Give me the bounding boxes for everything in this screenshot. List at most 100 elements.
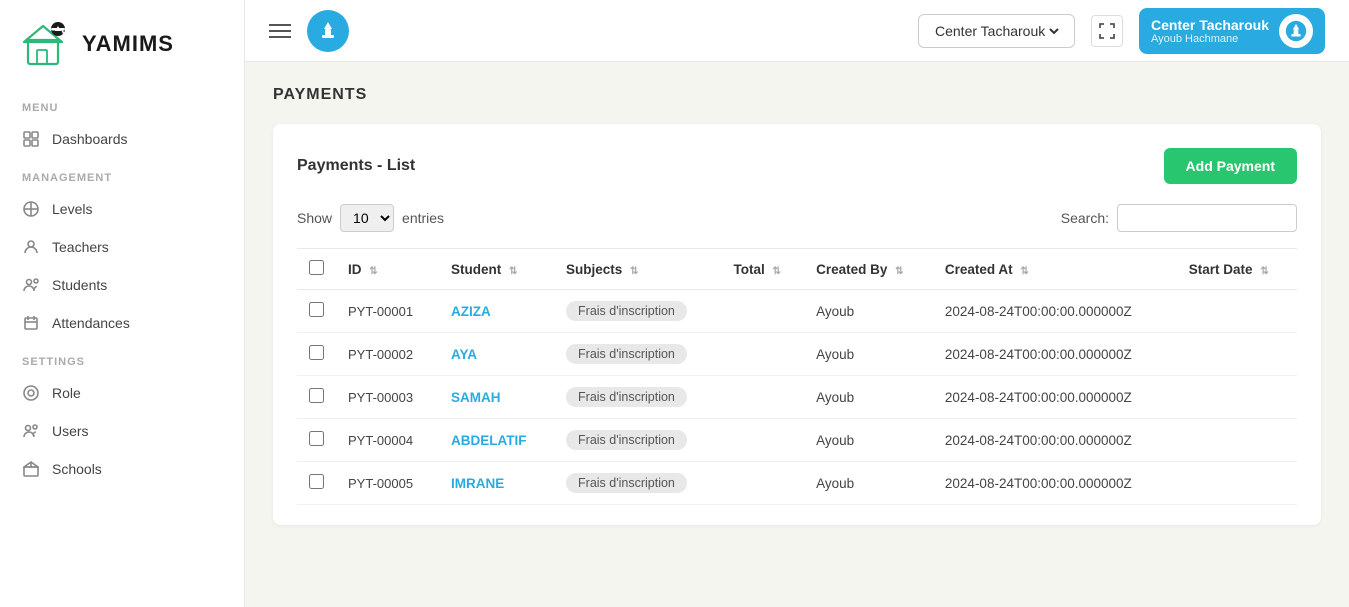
add-payment-button[interactable]: Add Payment xyxy=(1164,148,1297,184)
table-row: PYT-00004 ABDELATIF Frais d'inscription … xyxy=(297,419,1297,462)
row-student[interactable]: AYA xyxy=(439,333,554,376)
sidebar-item-label: Schools xyxy=(52,461,102,477)
sidebar-item-role[interactable]: Role xyxy=(0,374,244,412)
sidebar-item-levels[interactable]: Levels xyxy=(0,190,244,228)
row-created-at: 2024-08-24T00:00:00.000000Z xyxy=(933,290,1177,333)
sidebar-item-label: Students xyxy=(52,277,107,293)
sidebar-item-teachers[interactable]: Teachers xyxy=(0,228,244,266)
attendances-icon xyxy=(22,314,40,332)
row-created-at: 2024-08-24T00:00:00.000000Z xyxy=(933,376,1177,419)
dashboard-icon xyxy=(22,130,40,148)
row-total xyxy=(722,333,805,376)
row-created-by: Ayoub xyxy=(804,376,933,419)
row-checkbox[interactable] xyxy=(309,302,324,317)
row-student[interactable]: IMRANE xyxy=(439,462,554,505)
row-id: PYT-00002 xyxy=(336,333,439,376)
users-icon xyxy=(22,422,40,440)
center-select[interactable]: Center Tacharouk xyxy=(931,22,1062,40)
user-info: Center Tacharouk Ayoub Hachmane xyxy=(1151,17,1269,45)
sidebar-item-attendances[interactable]: Attendances xyxy=(0,304,244,342)
col-start-date: Start Date ⇅ xyxy=(1177,249,1297,290)
row-start-date xyxy=(1177,376,1297,419)
row-total xyxy=(722,290,805,333)
table-row: PYT-00003 SAMAH Frais d'inscription Ayou… xyxy=(297,376,1297,419)
header-checkbox-col xyxy=(297,249,336,290)
table-row: PYT-00002 AYA Frais d'inscription Ayoub … xyxy=(297,333,1297,376)
row-checkbox-cell xyxy=(297,419,336,462)
payments-card: Payments - List Add Payment Show 10 25 5… xyxy=(273,124,1321,525)
entries-label: entries xyxy=(402,210,444,226)
row-id: PYT-00005 xyxy=(336,462,439,505)
sidebar-item-schools[interactable]: Schools xyxy=(0,450,244,488)
row-created-at: 2024-08-24T00:00:00.000000Z xyxy=(933,419,1177,462)
table-controls: Show 10 25 50 entries Search: xyxy=(297,204,1297,232)
sidebar-item-students[interactable]: Students xyxy=(0,266,244,304)
row-created-by: Ayoub xyxy=(804,290,933,333)
row-start-date xyxy=(1177,333,1297,376)
row-subject: Frais d'inscription xyxy=(554,376,722,419)
row-total xyxy=(722,419,805,462)
user-menu-button[interactable]: Center Tacharouk Ayoub Hachmane xyxy=(1139,8,1325,54)
row-student[interactable]: SAMAH xyxy=(439,376,554,419)
table-row: PYT-00005 IMRANE Frais d'inscription Ayo… xyxy=(297,462,1297,505)
row-subject: Frais d'inscription xyxy=(554,419,722,462)
col-created-at: Created At ⇅ xyxy=(933,249,1177,290)
row-created-at: 2024-08-24T00:00:00.000000Z xyxy=(933,333,1177,376)
row-student[interactable]: ABDELATIF xyxy=(439,419,554,462)
teachers-icon xyxy=(22,238,40,256)
sidebar-item-label: Attendances xyxy=(52,315,130,331)
row-checkbox-cell xyxy=(297,376,336,419)
col-total: Total ⇅ xyxy=(722,249,805,290)
row-start-date xyxy=(1177,419,1297,462)
user-avatar xyxy=(1279,14,1313,48)
row-start-date xyxy=(1177,462,1297,505)
fullscreen-button[interactable] xyxy=(1091,15,1123,47)
table-body: PYT-00001 AZIZA Frais d'inscription Ayou… xyxy=(297,290,1297,505)
logo-area: YAMIMS xyxy=(0,0,244,88)
row-created-by: Ayoub xyxy=(804,419,933,462)
sidebar-item-label: Levels xyxy=(52,201,92,217)
search-box: Search: xyxy=(1061,204,1297,232)
page-title: PAYMENTS xyxy=(273,86,1321,104)
search-input[interactable] xyxy=(1117,204,1297,232)
entries-select[interactable]: 10 25 50 xyxy=(340,204,394,232)
col-subjects: Subjects ⇅ xyxy=(554,249,722,290)
row-start-date xyxy=(1177,290,1297,333)
user-sub: Ayoub Hachmane xyxy=(1151,33,1269,45)
row-total xyxy=(722,376,805,419)
row-subject: Frais d'inscription xyxy=(554,333,722,376)
table-header-row: ID ⇅ Student ⇅ Subjects ⇅ Total ⇅ Create… xyxy=(297,249,1297,290)
menu-section-label: MENU xyxy=(0,88,244,120)
row-id: PYT-00003 xyxy=(336,376,439,419)
row-id: PYT-00004 xyxy=(336,419,439,462)
row-id: PYT-00001 xyxy=(336,290,439,333)
sidebar-item-users[interactable]: Users xyxy=(0,412,244,450)
main-area: Center Tacharouk Center Tacharouk Ayoub … xyxy=(245,0,1349,607)
row-checkbox[interactable] xyxy=(309,474,324,489)
row-subject: Frais d'inscription xyxy=(554,290,722,333)
row-checkbox[interactable] xyxy=(309,388,324,403)
sidebar: YAMIMS MENU Dashboards MANAGEMENT Levels… xyxy=(0,0,245,607)
row-student[interactable]: AZIZA xyxy=(439,290,554,333)
schools-icon xyxy=(22,460,40,478)
hamburger-button[interactable] xyxy=(269,24,291,38)
payments-table: ID ⇅ Student ⇅ Subjects ⇅ Total ⇅ Create… xyxy=(297,248,1297,505)
col-student: Student ⇅ xyxy=(439,249,554,290)
sidebar-item-label: Dashboards xyxy=(52,131,128,147)
sidebar-item-label: Role xyxy=(52,385,81,401)
user-name: Center Tacharouk xyxy=(1151,17,1269,33)
search-label: Search: xyxy=(1061,210,1109,226)
sidebar-item-label: Users xyxy=(52,423,89,439)
select-all-checkbox[interactable] xyxy=(309,260,324,275)
sidebar-item-dashboards[interactable]: Dashboards xyxy=(0,120,244,158)
show-label: Show xyxy=(297,210,332,226)
row-checkbox[interactable] xyxy=(309,345,324,360)
show-entries-control: Show 10 25 50 entries xyxy=(297,204,444,232)
levels-icon xyxy=(22,200,40,218)
row-checkbox[interactable] xyxy=(309,431,324,446)
students-icon xyxy=(22,276,40,294)
settings-section-label: SETTINGS xyxy=(0,342,244,374)
center-selector[interactable]: Center Tacharouk xyxy=(918,14,1075,48)
col-created-by: Created By ⇅ xyxy=(804,249,933,290)
page-content: PAYMENTS Payments - List Add Payment Sho… xyxy=(245,62,1349,607)
